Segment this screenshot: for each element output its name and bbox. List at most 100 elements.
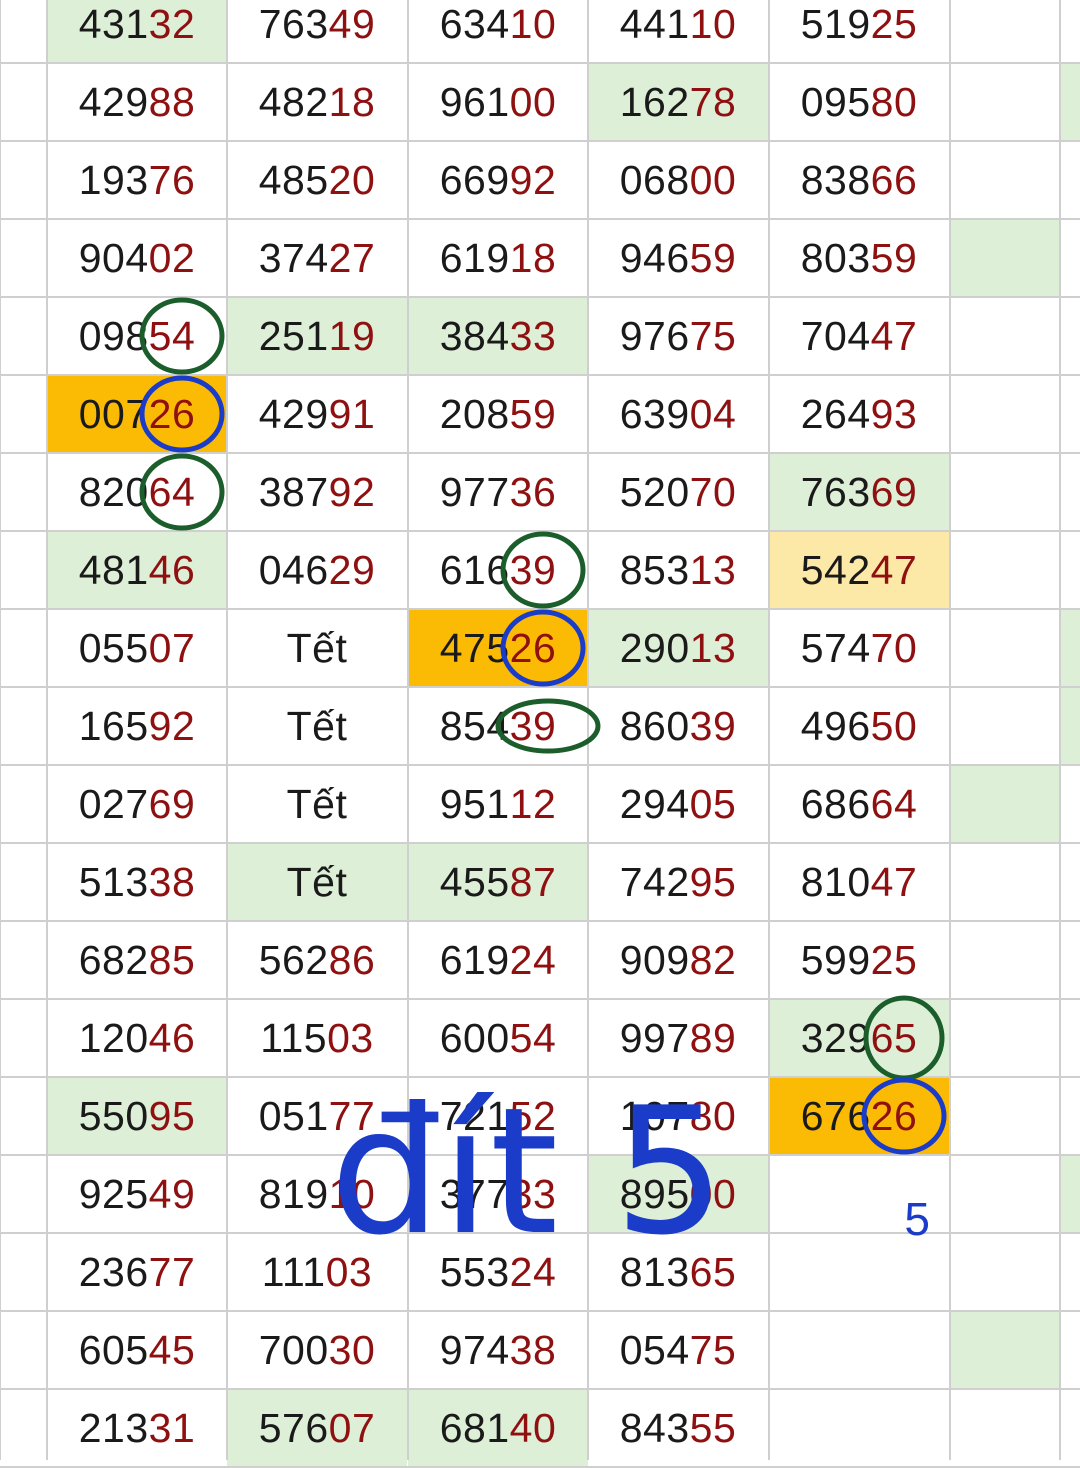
table-cell[interactable]: 095 80 <box>769 63 949 141</box>
table-cell[interactable]: 550 95 <box>47 1077 227 1155</box>
table-cell[interactable]: 616 39 <box>408 531 588 609</box>
table-cell[interactable]: 294 05 <box>588 765 768 843</box>
table-cell[interactable]: 115 03 <box>227 999 407 1077</box>
table-cell[interactable] <box>950 1155 1060 1233</box>
table-cell[interactable]: 853 13 <box>588 531 768 609</box>
table-cell[interactable]: 208 59 <box>408 375 588 453</box>
table-cell[interactable]: 946 59 <box>588 219 768 297</box>
table-cell[interactable] <box>950 999 1060 1077</box>
table-cell[interactable]: 455 87 <box>408 843 588 921</box>
table-cell[interactable]: 574 70 <box>769 609 949 687</box>
table-cell[interactable]: 803 59 <box>769 219 949 297</box>
table-cell[interactable] <box>950 843 1060 921</box>
table-cell[interactable]: 904 02 <box>47 219 227 297</box>
table-cell[interactable]: Tết <box>227 843 407 921</box>
table-cell[interactable] <box>950 921 1060 999</box>
table-cell[interactable]: 482 18 <box>227 63 407 141</box>
table-cell[interactable]: 520 70 <box>588 453 768 531</box>
table-cell[interactable]: 054 75 <box>588 1311 768 1389</box>
table-cell[interactable]: 669 92 <box>408 141 588 219</box>
table-cell[interactable]: 838 66 <box>769 141 949 219</box>
table-cell[interactable] <box>950 1311 1060 1389</box>
table-cell[interactable]: 213 31 <box>47 1389 227 1467</box>
table-cell[interactable]: 542 47 <box>769 531 949 609</box>
table-cell[interactable]: 384 33 <box>408 297 588 375</box>
table-cell[interactable]: 055 07 <box>47 609 227 687</box>
table-cell[interactable]: Tết <box>227 609 407 687</box>
table-cell[interactable]: 329 65 <box>769 999 949 1077</box>
table-cell[interactable] <box>950 219 1060 297</box>
table-cell[interactable]: 634 10 <box>408 0 588 63</box>
table-cell[interactable]: 600 54 <box>408 999 588 1077</box>
table-cell[interactable]: 763 49 <box>227 0 407 63</box>
table-cell[interactable] <box>950 453 1060 531</box>
table-cell[interactable]: 475 26 <box>408 609 588 687</box>
table-cell[interactable]: 686 64 <box>769 765 949 843</box>
table-cell[interactable]: 162 78 <box>588 63 768 141</box>
table-cell[interactable]: 860 39 <box>588 687 768 765</box>
table-cell[interactable]: 925 49 <box>47 1155 227 1233</box>
table-cell[interactable] <box>950 375 1060 453</box>
table-cell[interactable] <box>769 1311 949 1389</box>
table-cell[interactable]: 619 18 <box>408 219 588 297</box>
table-cell[interactable]: 974 38 <box>408 1311 588 1389</box>
table-cell[interactable]: 909 82 <box>588 921 768 999</box>
table-cell[interactable]: 676 26 <box>769 1077 949 1155</box>
table-cell[interactable]: 951 12 <box>408 765 588 843</box>
table-cell[interactable]: 441 10 <box>588 0 768 63</box>
table-cell[interactable] <box>950 63 1060 141</box>
table-cell[interactable]: 976 75 <box>588 297 768 375</box>
table-cell[interactable]: 120 46 <box>47 999 227 1077</box>
table-cell[interactable]: 513 38 <box>47 843 227 921</box>
table-cell[interactable]: 854 39 <box>408 687 588 765</box>
table-cell[interactable]: 810 47 <box>769 843 949 921</box>
table-cell[interactable]: 961 00 <box>408 63 588 141</box>
table-cell[interactable] <box>950 0 1060 63</box>
table-cell[interactable]: 820 64 <box>47 453 227 531</box>
table-cell[interactable]: 193 76 <box>47 141 227 219</box>
table-cell[interactable]: 496 50 <box>769 687 949 765</box>
table-cell[interactable]: 977 36 <box>408 453 588 531</box>
table-cell[interactable]: 098 54 <box>47 297 227 375</box>
table-cell[interactable]: 485 20 <box>227 141 407 219</box>
table-cell[interactable]: 682 85 <box>47 921 227 999</box>
table-cell[interactable]: 481 46 <box>47 531 227 609</box>
table-cell[interactable] <box>950 765 1060 843</box>
table-cell[interactable]: 046 29 <box>227 531 407 609</box>
table-cell[interactable]: 374 27 <box>227 219 407 297</box>
table-cell[interactable]: 576 07 <box>227 1389 407 1467</box>
table-cell[interactable]: 429 88 <box>47 63 227 141</box>
table-cell[interactable] <box>950 687 1060 765</box>
table-cell[interactable]: Tết <box>227 687 407 765</box>
table-cell[interactable]: 387 92 <box>227 453 407 531</box>
table-cell[interactable] <box>950 1389 1060 1467</box>
table-cell[interactable]: 027 69 <box>47 765 227 843</box>
table-cell[interactable]: 251 19 <box>227 297 407 375</box>
table-cell[interactable]: 704 47 <box>769 297 949 375</box>
table-cell[interactable]: 763 69 <box>769 453 949 531</box>
table-cell[interactable]: 431 32 <box>47 0 227 63</box>
table-cell[interactable]: 290 13 <box>588 609 768 687</box>
table-cell[interactable] <box>950 609 1060 687</box>
table-cell[interactable]: 605 45 <box>47 1311 227 1389</box>
table-cell[interactable] <box>950 1077 1060 1155</box>
table-cell[interactable]: 236 77 <box>47 1233 227 1311</box>
table-cell[interactable] <box>950 531 1060 609</box>
table-cell[interactable]: 639 04 <box>588 375 768 453</box>
table-cell[interactable]: 429 91 <box>227 375 407 453</box>
table-cell[interactable]: 997 89 <box>588 999 768 1077</box>
table-cell[interactable]: 264 93 <box>769 375 949 453</box>
table-cell[interactable]: 619 24 <box>408 921 588 999</box>
table-cell[interactable]: 700 30 <box>227 1311 407 1389</box>
table-cell[interactable] <box>950 141 1060 219</box>
table-cell[interactable] <box>950 1233 1060 1311</box>
table-cell[interactable]: 742 95 <box>588 843 768 921</box>
table-cell[interactable]: 007 26 <box>47 375 227 453</box>
table-cell[interactable]: 599 25 <box>769 921 949 999</box>
table-cell[interactable] <box>950 297 1060 375</box>
table-cell[interactable]: 843 55 <box>588 1389 768 1467</box>
table-cell[interactable]: 562 86 <box>227 921 407 999</box>
table-cell[interactable]: 068 00 <box>588 141 768 219</box>
table-cell[interactable]: 165 92 <box>47 687 227 765</box>
table-cell[interactable]: Tết <box>227 765 407 843</box>
